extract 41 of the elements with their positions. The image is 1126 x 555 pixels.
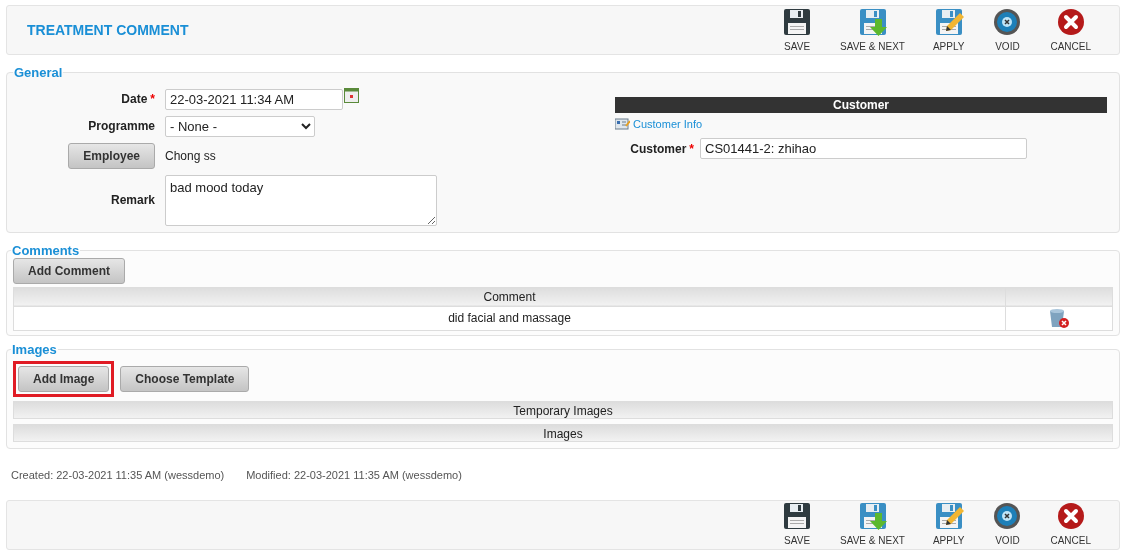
page-title: TREATMENT COMMENT [27,20,189,40]
modified-info: Modified: 22-03-2021 11:35 AM (wessdemo) [246,468,462,483]
section-header: Images [13,424,1113,442]
delete-trash-icon[interactable] [1048,307,1070,329]
field-label: Date * [120,91,156,108]
toolbar-button[interactable]: VOID [978,6,1037,54]
void-disc-icon [992,501,1023,531]
add-comment-button[interactable]: Add Comment [13,257,125,284]
employee-button[interactable]: Employee [68,142,155,169]
toolbar-button[interactable]: APPLY [918,6,979,54]
section-legend: General [13,63,64,83]
customer-info-link[interactable]: Customer Info [615,115,1107,132]
remark-field[interactable]: bad mood today [165,174,437,226]
created-info: Created: 22-03-2021 11:35 AM (wessdemo) [11,468,225,483]
field-label: Customer * [629,140,695,158]
date-field[interactable]: 22-03-2021 11:34 AM [165,88,343,110]
field-label: Programme [87,118,156,135]
programme-dropdown[interactable]: - None - [165,115,315,137]
toolbar-button[interactable]: SAVE [768,501,827,548]
id-card-icon [615,117,630,130]
employee-name: Chong ss [165,147,216,165]
section-header: Temporary Images [13,401,1113,419]
toolbar-button[interactable]: SAVE & NEXT [826,6,919,54]
image-action-button[interactable]: Choose Template [120,366,250,392]
field-label: Remark [109,192,156,209]
section-legend: Images [11,339,58,359]
toolbar-button[interactable]: VOID [978,501,1037,548]
table-cell: did facial and massage [13,306,1006,330]
void-disc-icon [992,6,1023,37]
customer-field[interactable]: CS01441-2: zhihao [700,138,1027,159]
customer-header: Customer [615,96,1107,113]
toolbar-button[interactable]: APPLY [918,501,979,548]
column-header: Comment [13,287,1006,306]
required-asterisk: * [689,141,694,156]
toolbar-button[interactable]: SAVE & NEXT [826,501,919,548]
toolbar-button[interactable]: CANCEL [1036,501,1105,548]
calendar-icon[interactable] [344,87,359,103]
required-asterisk: * [150,92,155,106]
toolbar-button[interactable]: SAVE [768,6,827,54]
image-action-button[interactable]: Add Image [18,366,110,392]
toolbar-button[interactable]: CANCEL [1036,6,1105,54]
